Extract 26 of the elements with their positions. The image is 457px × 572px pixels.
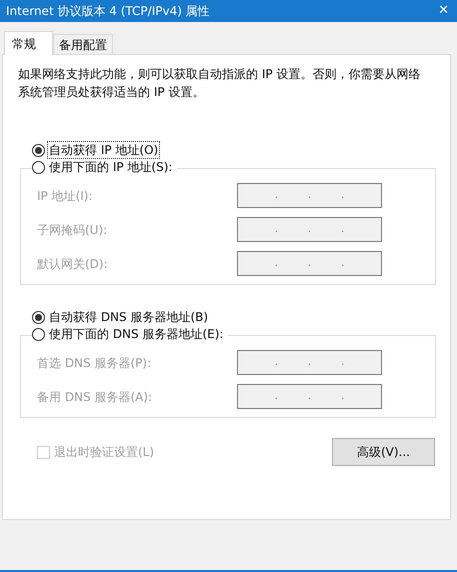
description-text: 如果网络支持此功能，则可以获取自动指派的 IP 设置。否则，你需要从网络系统管理员处获得适当的 IP 设置。	[17, 66, 422, 101]
separator-dot: .	[308, 257, 312, 271]
field-label: 默认网关(D):	[37, 256, 108, 272]
separator-dot: .	[341, 356, 344, 370]
separator-dot: .	[274, 356, 278, 370]
separator-dot: .	[341, 189, 344, 203]
separator-dot: .	[341, 223, 344, 237]
field-label: 首选 DNS 服务器(P):	[37, 354, 152, 372]
separator-dot: .	[274, 189, 278, 203]
tab[interactable]: 常规	[4, 31, 53, 55]
separator-dot: .	[274, 390, 278, 404]
separator-dot: .	[274, 223, 278, 237]
separator-dot: .	[308, 356, 312, 370]
separator-dot: .	[308, 390, 312, 404]
separator-dot: .	[341, 257, 344, 271]
separator-dot: .	[274, 257, 278, 271]
field-label: IP 地址(I):	[37, 188, 93, 204]
close-button[interactable]: ✕	[438, 1, 449, 21]
advanced-button[interactable]: 高级(V)...	[332, 438, 435, 466]
separator-dot: .	[308, 223, 312, 237]
tab[interactable]: 备用配置	[53, 34, 113, 54]
field-label: 备用 DNS 服务器(A):	[37, 388, 152, 406]
separator-dot: .	[341, 390, 344, 404]
field-label: 子网掩码(U):	[37, 222, 108, 238]
separator-dot: .	[308, 189, 312, 203]
window-title: Internet 协议版本 4 (TCP/IPv4) 属性	[6, 3, 210, 20]
